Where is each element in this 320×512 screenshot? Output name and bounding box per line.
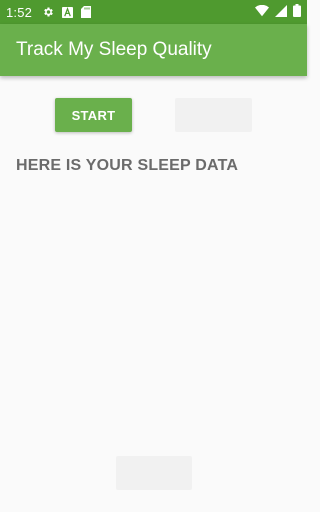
battery-icon bbox=[293, 4, 301, 20]
clear-button[interactable] bbox=[116, 456, 192, 490]
cellular-signal-icon bbox=[275, 4, 287, 20]
stop-button[interactable] bbox=[175, 98, 252, 132]
status-time: 1:52 bbox=[6, 4, 33, 20]
sleep-data-heading: HERE IS YOUR SLEEP DATA bbox=[16, 157, 239, 174]
wifi-icon bbox=[255, 4, 269, 20]
font-a-icon bbox=[62, 6, 74, 18]
status-bar: 1:52 bbox=[0, 0, 307, 24]
gear-icon bbox=[42, 6, 54, 18]
start-button[interactable]: START bbox=[55, 98, 132, 132]
app-title: Track My Sleep Quality bbox=[16, 39, 212, 60]
app-bar: Track My Sleep Quality bbox=[0, 24, 307, 76]
sd-card-icon bbox=[81, 6, 92, 18]
